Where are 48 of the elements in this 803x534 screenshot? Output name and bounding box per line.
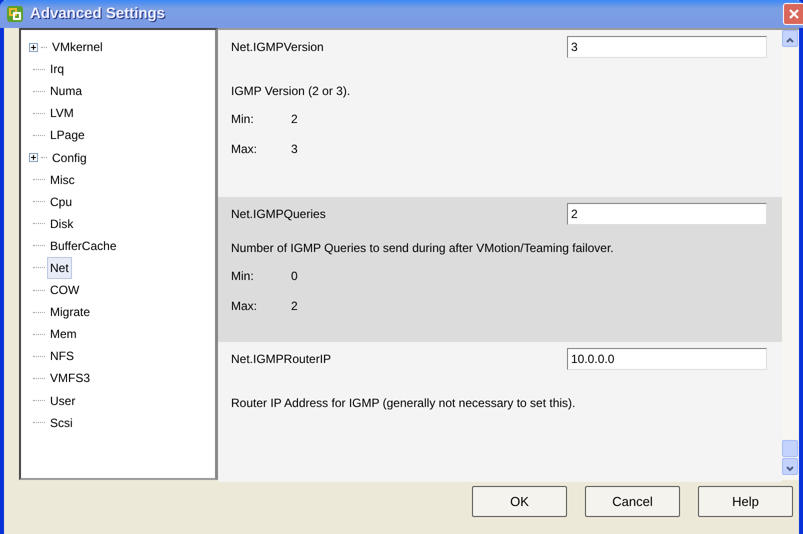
expand-icon[interactable] <box>29 153 38 162</box>
tree-item[interactable]: Migrate <box>47 301 94 324</box>
tree-item[interactable]: Numa <box>47 80 86 102</box>
max-value: 3 <box>291 141 298 158</box>
tree-item[interactable]: User <box>47 390 78 412</box>
setting-name: Net.IGMPRouterIP <box>231 351 332 368</box>
tree-item[interactable]: Net <box>47 256 72 279</box>
ok-button[interactable]: OK <box>472 486 567 517</box>
help-button[interactable]: Help <box>698 486 793 517</box>
scrollbar[interactable] <box>782 30 799 480</box>
setting-name: Net.IGMPVersion <box>231 39 324 56</box>
min-value: 2 <box>291 111 298 128</box>
tree-item[interactable]: Mem <box>47 323 80 346</box>
scroll-up-button[interactable] <box>782 30 798 47</box>
value-field[interactable]: 2 <box>567 203 767 225</box>
max-label: Max: <box>231 141 258 158</box>
tree-item[interactable]: VMFS3 <box>47 367 94 390</box>
setting-name: Net.IGMPQueries <box>231 206 326 223</box>
tree-item[interactable]: LPage <box>47 124 88 146</box>
tree-item[interactable]: Disk <box>47 212 76 235</box>
min-value: 0 <box>291 268 298 285</box>
scroll-down-button[interactable] <box>782 458 798 475</box>
tree-item[interactable]: Misc <box>47 168 78 191</box>
tree-item[interactable]: Config <box>49 146 90 169</box>
tree-item[interactable]: BufferCache <box>47 234 120 257</box>
cancel-button[interactable]: Cancel <box>585 486 680 517</box>
tree-item[interactable]: VMkernel <box>49 36 106 58</box>
tree-item[interactable]: NFS <box>47 345 77 368</box>
min-label: Min: <box>231 111 255 128</box>
close-button[interactable] <box>783 3 803 25</box>
tree-item[interactable]: COW <box>47 279 82 302</box>
max-value: 2 <box>291 298 298 315</box>
scroll-thumb[interactable] <box>782 440 798 457</box>
app-icon <box>6 5 24 23</box>
value-field[interactable]: 10.0.0.0 <box>567 348 767 370</box>
value-field[interactable]: 3 <box>567 36 767 58</box>
tree-item[interactable]: LVM <box>47 102 77 124</box>
expand-icon[interactable] <box>29 42 38 52</box>
close-icon <box>788 8 800 20</box>
tree-item[interactable]: Irq <box>47 58 68 80</box>
tree-item[interactable]: Cpu <box>47 190 76 213</box>
setting-description: Number of IGMP Queries to send during after VMotion/Teaming failover. <box>231 240 615 257</box>
min-label: Min: <box>231 268 255 285</box>
setting-description: IGMP Version (2 or 3). <box>231 83 352 100</box>
tree-item[interactable]: Scsi <box>47 412 76 434</box>
setting-description: Router IP Address for IGMP (generally not necessary to set this). <box>231 395 576 412</box>
max-label: Max: <box>231 298 258 315</box>
window-title: Advanced Settings <box>30 4 166 24</box>
